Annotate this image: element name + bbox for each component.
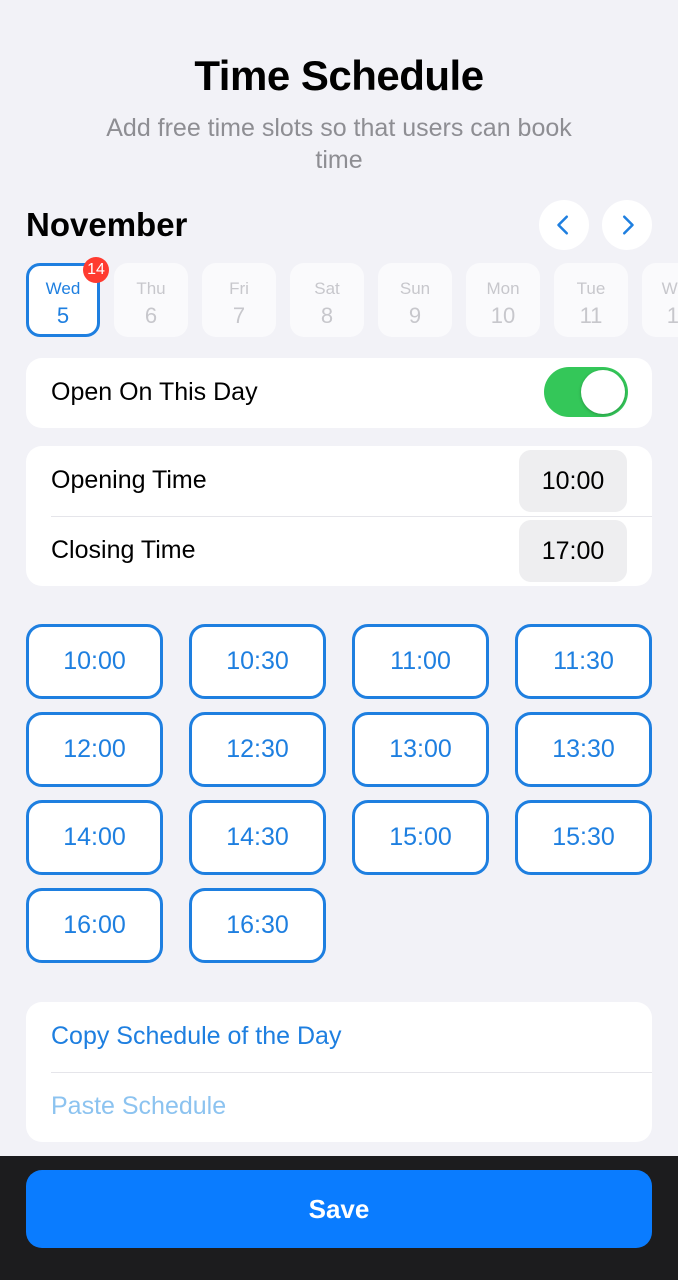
time-slot[interactable]: 13:00 — [352, 712, 489, 787]
notification-badge: 14 — [83, 257, 109, 283]
next-week-button[interactable] — [602, 200, 652, 250]
day-name: Sun — [399, 279, 431, 298]
time-slot[interactable]: 14:30 — [189, 800, 326, 875]
day-number: 10 — [490, 303, 516, 328]
opening-time-row: Opening Time 10:00 — [26, 446, 652, 516]
month-label: November — [26, 206, 188, 243]
time-slot[interactable]: 12:00 — [26, 712, 163, 787]
divider — [51, 1072, 652, 1073]
time-slot-grid: 10:00 10:30 11:00 11:30 12:00 12:30 13:0… — [26, 624, 652, 964]
open-day-toggle[interactable] — [544, 367, 628, 417]
month-header: November — [26, 200, 652, 250]
day-name: Mon — [486, 279, 520, 298]
save-button[interactable]: Save — [26, 1170, 652, 1248]
time-slot[interactable]: 11:30 — [515, 624, 652, 699]
copy-schedule-button[interactable]: Copy Schedule of the Day — [51, 1022, 341, 1051]
previous-week-button[interactable] — [539, 200, 589, 250]
day-selector: Wed 5 Thu 6 Fri 7 Sat 8 Sun 9 Mon 10 Tue… — [26, 263, 678, 339]
bottom-bar: Save — [0, 1156, 678, 1280]
day-number: 6 — [144, 303, 158, 328]
day-tue-11[interactable]: Tue 11 — [554, 263, 628, 337]
open-day-card: Open On This Day — [26, 358, 652, 428]
time-slot[interactable]: 14:00 — [26, 800, 163, 875]
closing-time-row: Closing Time 17:00 — [26, 516, 652, 586]
opening-time-label: Opening Time — [51, 466, 207, 494]
closing-time-label: Closing Time — [51, 536, 196, 564]
day-thu-6[interactable]: Thu 6 — [114, 263, 188, 337]
time-slot[interactable]: 12:30 — [189, 712, 326, 787]
day-name: Wed — [661, 279, 678, 298]
time-slot[interactable]: 16:00 — [26, 888, 163, 963]
time-slot[interactable]: 15:00 — [352, 800, 489, 875]
chevron-right-icon — [622, 215, 634, 235]
schedule-actions-card: Copy Schedule of the Day Paste Schedule — [26, 1002, 652, 1142]
time-slot[interactable]: 15:30 — [515, 800, 652, 875]
time-slot[interactable]: 10:00 — [26, 624, 163, 699]
page-title: Time Schedule — [194, 52, 484, 99]
paste-schedule-button[interactable]: Paste Schedule — [51, 1092, 226, 1121]
day-name: Sat — [314, 279, 340, 298]
day-name: Tue — [576, 279, 606, 298]
time-slot[interactable]: 16:30 — [189, 888, 326, 963]
day-number: 11 — [579, 303, 603, 328]
page-subtitle: Add free time slots so that users can bo… — [106, 114, 572, 174]
time-slot[interactable]: 10:30 — [189, 624, 326, 699]
chevron-left-icon — [557, 215, 569, 235]
day-sat-8[interactable]: Sat 8 — [290, 263, 364, 337]
day-number: 7 — [232, 303, 246, 328]
day-name: Thu — [136, 279, 166, 298]
day-wed-12[interactable]: Wed 12 — [642, 263, 678, 337]
day-name: Wed — [45, 279, 81, 298]
day-number: 8 — [320, 303, 334, 328]
hours-card: Opening Time 10:00 Closing Time 17:00 — [26, 446, 652, 586]
time-slot[interactable]: 11:00 — [352, 624, 489, 699]
day-number: 9 — [408, 303, 422, 328]
time-slot[interactable]: 13:30 — [515, 712, 652, 787]
day-name: Fri — [229, 279, 249, 298]
day-number: 5 — [56, 303, 70, 328]
day-number: 12 — [666, 303, 678, 328]
day-fri-7[interactable]: Fri 7 — [202, 263, 276, 337]
closing-time-picker[interactable]: 17:00 — [519, 520, 627, 582]
day-sun-9[interactable]: Sun 9 — [378, 263, 452, 337]
toggle-knob — [581, 370, 625, 414]
open-day-label: Open On This Day — [51, 378, 258, 406]
opening-time-picker[interactable]: 10:00 — [519, 450, 627, 512]
day-mon-10[interactable]: Mon 10 — [466, 263, 540, 337]
